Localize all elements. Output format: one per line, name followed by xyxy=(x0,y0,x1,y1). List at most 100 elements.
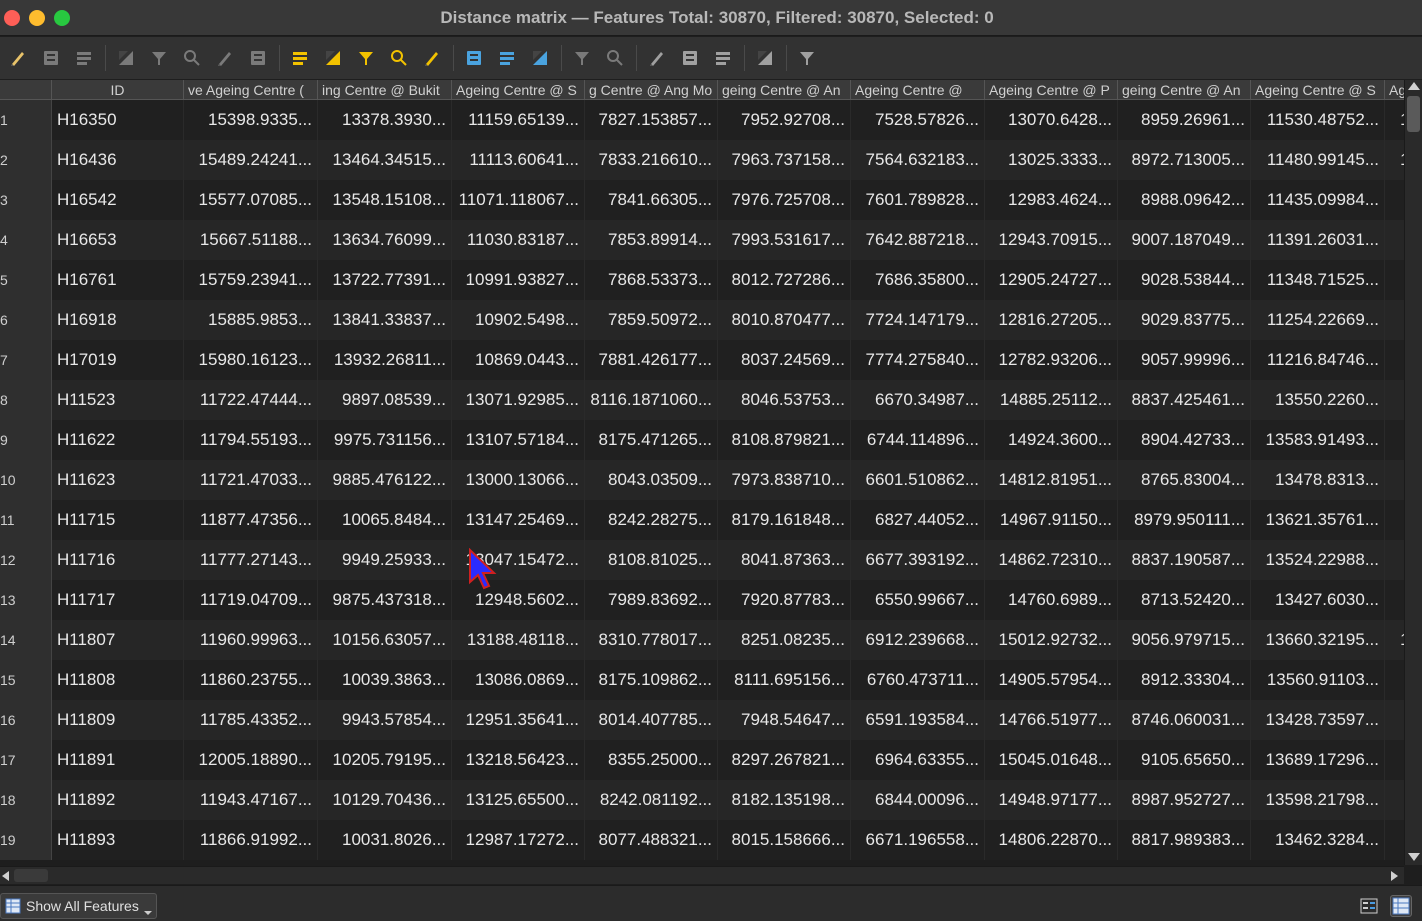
distance-cell[interactable]: 8077.488321... xyxy=(585,820,718,860)
distance-cell[interactable]: 6670.34987... xyxy=(851,380,985,420)
distance-cell[interactable]: 13147.25469... xyxy=(452,500,585,540)
row-number[interactable]: 14 xyxy=(0,620,52,660)
vertical-scrollbar[interactable] xyxy=(1404,80,1422,865)
distance-cell[interactable]: 8746.060031... xyxy=(1118,700,1251,740)
distance-cell[interactable]: 15759.23941... xyxy=(184,260,318,300)
distance-cell[interactable]: 11216.84746... xyxy=(1251,340,1385,380)
distance-cell[interactable]: 14924.3600... xyxy=(985,420,1118,460)
distance-cell[interactable]: 13660.32195... xyxy=(1251,620,1385,660)
distance-cell[interactable]: 1 xyxy=(1385,740,1404,780)
distance-cell[interactable]: 8988.09642... xyxy=(1118,180,1251,220)
distance-cell[interactable]: 8251.08235... xyxy=(718,620,851,660)
distance-cell[interactable]: 9056.979715... xyxy=(1118,620,1251,660)
distance-cell[interactable]: 7948.54647... xyxy=(718,700,851,740)
distance-cell[interactable]: 12951.35641... xyxy=(452,700,585,740)
distance-cell[interactable]: 8297.267821... xyxy=(718,740,851,780)
id-cell[interactable]: H17019 xyxy=(52,340,184,380)
distance-cell[interactable]: 1 xyxy=(1385,780,1404,820)
distance-cell[interactable]: 13428.73597... xyxy=(1251,700,1385,740)
distance-cell[interactable]: 15885.9853... xyxy=(184,300,318,340)
column-header[interactable]: Ag xyxy=(1385,80,1404,100)
distance-cell[interactable]: 6844.00096... xyxy=(851,780,985,820)
distance-cell[interactable]: 15667.51188... xyxy=(184,220,318,260)
distance-cell[interactable]: 6550.99667... xyxy=(851,580,985,620)
distance-cell[interactable]: 10129.70436... xyxy=(318,780,452,820)
distance-cell[interactable]: 14766.51977... xyxy=(985,700,1118,740)
invert-selection-button[interactable] xyxy=(352,44,380,72)
distance-cell[interactable]: 15045.01648... xyxy=(985,740,1118,780)
distance-cell[interactable]: 10991.93827... xyxy=(452,260,585,300)
distance-cell[interactable]: 8014.407785... xyxy=(585,700,718,740)
column-header[interactable]: Ageing Centre @ S xyxy=(1251,80,1385,100)
distance-cell[interactable]: 10869.0443... xyxy=(452,340,585,380)
scroll-down-icon[interactable] xyxy=(1408,853,1420,861)
distance-cell[interactable]: 7528.57826... xyxy=(851,100,985,140)
distance-cell[interactable]: 8015.158666... xyxy=(718,820,851,860)
distance-cell[interactable]: 13722.77391... xyxy=(318,260,452,300)
distance-cell[interactable]: 12905.24727... xyxy=(985,260,1118,300)
column-header[interactable]: ID xyxy=(52,80,184,100)
distance-cell[interactable]: 14806.22870... xyxy=(985,820,1118,860)
distance-cell[interactable]: 11943.47167... xyxy=(184,780,318,820)
distance-cell[interactable]: 10039.3863... xyxy=(318,660,452,700)
distance-cell[interactable]: 7973.838710... xyxy=(718,460,851,500)
distance-cell[interactable]: 9949.25933... xyxy=(318,540,452,580)
distance-cell[interactable]: 11722.47444... xyxy=(184,380,318,420)
distance-cell[interactable]: 7774.275840... xyxy=(851,340,985,380)
distance-cell[interactable]: 11877.47356... xyxy=(184,500,318,540)
id-cell[interactable]: H11716 xyxy=(52,540,184,580)
pan-to-selected-button[interactable] xyxy=(493,44,521,72)
vertical-scroll-thumb[interactable] xyxy=(1407,96,1420,132)
distance-cell[interactable]: 12816.27205... xyxy=(985,300,1118,340)
delete-field-button[interactable] xyxy=(601,44,629,72)
distance-cell[interactable]: 8817.989383... xyxy=(1118,820,1251,860)
distance-cell[interactable]: 14885.25112... xyxy=(985,380,1118,420)
maximize-window-button[interactable] xyxy=(54,10,70,26)
distance-cell[interactable]: 9897.08539... xyxy=(318,380,452,420)
distance-cell[interactable]: 11785.43352... xyxy=(184,700,318,740)
distance-cell[interactable]: 15577.07085... xyxy=(184,180,318,220)
distance-cell[interactable]: 8175.471265... xyxy=(585,420,718,460)
distance-cell[interactable]: 8979.950111... xyxy=(1118,500,1251,540)
distance-cell[interactable]: 8310.778017... xyxy=(585,620,718,660)
row-number[interactable]: 9 xyxy=(0,420,52,460)
row-number[interactable]: 17 xyxy=(0,740,52,780)
distance-cell[interactable]: 1 xyxy=(1385,220,1404,260)
distance-cell[interactable]: 7601.789828... xyxy=(851,180,985,220)
distance-cell[interactable]: 8987.952727... xyxy=(1118,780,1251,820)
distance-cell[interactable]: 7881.426177... xyxy=(585,340,718,380)
distance-cell[interactable]: 7920.87783... xyxy=(718,580,851,620)
distance-cell[interactable]: 7724.147179... xyxy=(851,300,985,340)
distance-cell[interactable]: 8041.87363... xyxy=(718,540,851,580)
row-number[interactable]: 8 xyxy=(0,380,52,420)
distance-cell[interactable]: 1 xyxy=(1385,340,1404,380)
distance-cell[interactable]: 8010.870477... xyxy=(718,300,851,340)
distance-cell[interactable]: 1 xyxy=(1385,540,1404,580)
table-row[interactable]: 10 H11623 11721.47033... 9885.476122... 1300… xyxy=(0,460,1404,500)
distance-cell[interactable]: 7564.632183... xyxy=(851,140,985,180)
distance-cell[interactable]: 8043.03509... xyxy=(585,460,718,500)
distance-cell[interactable]: 11866.91992... xyxy=(184,820,318,860)
distance-cell[interactable]: 7686.35800... xyxy=(851,260,985,300)
show-features-dropdown[interactable]: Show All Features xyxy=(0,893,157,919)
distance-cell[interactable]: 8046.53753... xyxy=(718,380,851,420)
distance-cell[interactable]: 7989.83692... xyxy=(585,580,718,620)
distance-cell[interactable]: 13841.33837... xyxy=(318,300,452,340)
table-row[interactable]: 13 H11717 11719.04709... 9875.437318... 1294… xyxy=(0,580,1404,620)
new-field-button[interactable] xyxy=(568,44,596,72)
distance-cell[interactable]: 7642.887218... xyxy=(851,220,985,260)
distance-cell[interactable]: 8959.26961... xyxy=(1118,100,1251,140)
header-corner[interactable] xyxy=(0,80,52,100)
id-cell[interactable]: H16761 xyxy=(52,260,184,300)
distance-cell[interactable]: 11254.22669... xyxy=(1251,300,1385,340)
distance-cell[interactable]: 6677.393192... xyxy=(851,540,985,580)
distance-cell[interactable]: 13427.6030... xyxy=(1251,580,1385,620)
distance-cell[interactable]: 11960.99963... xyxy=(184,620,318,660)
distance-cell[interactable]: 13560.91103... xyxy=(1251,660,1385,700)
distance-cell[interactable]: 7993.531617... xyxy=(718,220,851,260)
row-number[interactable]: 12 xyxy=(0,540,52,580)
id-cell[interactable]: H11891 xyxy=(52,740,184,780)
distance-cell[interactable]: 11777.27143... xyxy=(184,540,318,580)
distance-cell[interactable]: 14967.91150... xyxy=(985,500,1118,540)
distance-cell[interactable]: 13550.2260... xyxy=(1251,380,1385,420)
